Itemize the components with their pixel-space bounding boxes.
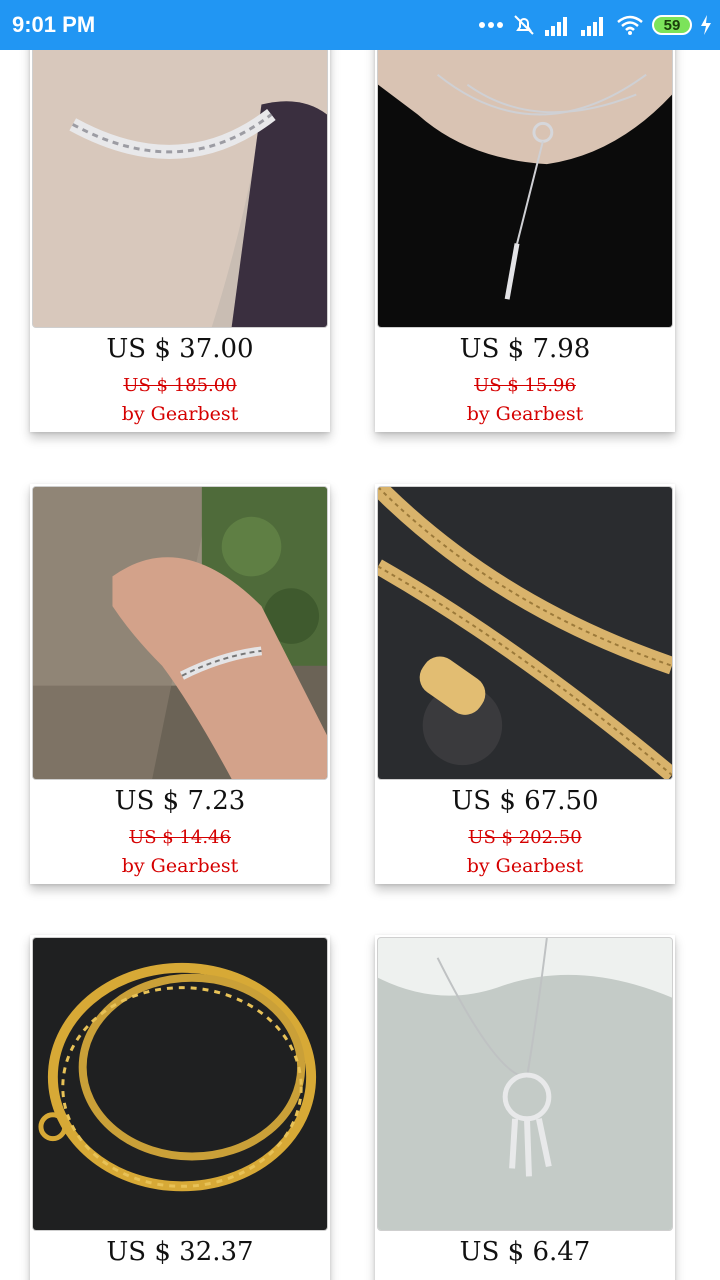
signal-icon [545, 17, 567, 36]
status-icons: 59 [478, 12, 712, 38]
wifi-icon [617, 15, 643, 35]
product-price: US $ 7.98 [459, 334, 591, 364]
original-price: US $ 15.96 [474, 375, 576, 396]
product-card[interactable]: US $ 67.50 US $ 202.50 by Gearbest [375, 484, 675, 884]
battery-icon: 59 [652, 15, 692, 35]
product-image[interactable] [377, 937, 673, 1231]
product-image[interactable] [377, 486, 673, 780]
signal-icon-2 [581, 17, 603, 36]
product-card[interactable]: US $ 37.00 US $ 185.00 by Gearbest [30, 50, 330, 432]
product-card[interactable]: US $ 6.47 [375, 935, 675, 1280]
product-image[interactable] [32, 50, 328, 328]
product-card[interactable]: US $ 7.23 US $ 14.46 by Gearbest [30, 484, 330, 884]
charging-icon [701, 15, 711, 35]
product-card[interactable]: US $ 32.37 [30, 935, 330, 1280]
product-grid: US $ 37.00 US $ 185.00 by Gearbest US $ … [0, 50, 720, 1280]
original-price: US $ 202.50 [468, 827, 582, 848]
product-price: US $ 67.50 [451, 786, 599, 816]
product-image[interactable] [32, 937, 328, 1231]
seller-label: by Gearbest [466, 403, 584, 425]
product-card[interactable]: US $ 7.98 US $ 15.96 by Gearbest [375, 50, 675, 432]
seller-label: by Gearbest [466, 855, 584, 877]
original-price: US $ 185.00 [123, 375, 237, 396]
status-bar: 9:01 PM 59 [0, 0, 720, 50]
product-price: US $ 32.37 [106, 1237, 254, 1267]
original-price: US $ 14.46 [129, 827, 231, 848]
more-dots-icon [479, 22, 503, 28]
status-time: 9:01 PM [12, 12, 96, 37]
seller-label: by Gearbest [121, 403, 239, 425]
product-price: US $ 6.47 [459, 1237, 591, 1267]
product-image[interactable] [32, 486, 328, 780]
seller-label: by Gearbest [121, 855, 239, 877]
product-price: US $ 37.00 [106, 334, 254, 364]
product-price: US $ 7.23 [114, 786, 246, 816]
muted-bell-icon [514, 15, 534, 35]
product-image[interactable] [377, 50, 673, 328]
